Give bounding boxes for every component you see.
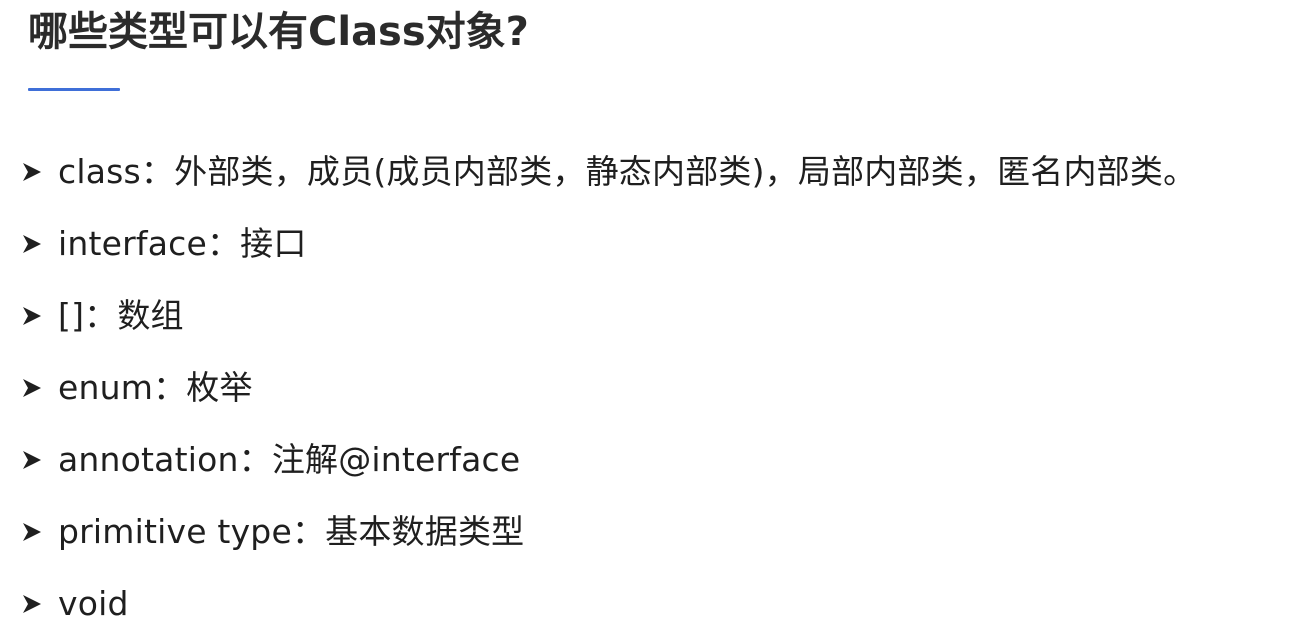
bullet-list: class：外部类，成员(成员内部类，静态内部类)，局部内部类，匿名内部类。 i…: [18, 136, 1196, 634]
arrowhead-bullet-icon: [18, 568, 58, 634]
arrowhead-bullet-icon: [18, 424, 58, 496]
list-item: class：外部类，成员(成员内部类，静态内部类)，局部内部类，匿名内部类。: [18, 136, 1196, 208]
slide-title: 哪些类型可以有Class对象?: [28, 9, 529, 55]
bullet-text: annotation：注解@interface: [58, 440, 521, 479]
bullet-text: class：外部类，成员(成员内部类，静态内部类)，局部内部类，匿名内部类。: [58, 152, 1197, 191]
bullet-text: enum：枚举: [58, 368, 253, 407]
list-item: enum：枚举: [18, 352, 1196, 424]
arrowhead-bullet-icon: [18, 208, 58, 280]
arrowhead-bullet-icon: [18, 280, 58, 352]
bullet-text: interface：接口: [58, 224, 307, 263]
list-item: []：数组: [18, 280, 1196, 352]
bullet-text: void: [58, 584, 129, 623]
arrowhead-bullet-icon: [18, 496, 58, 568]
list-item: primitive type：基本数据类型: [18, 496, 1196, 568]
arrowhead-bullet-icon: [18, 352, 58, 424]
list-item: void: [18, 568, 1196, 634]
list-item: annotation：注解@interface: [18, 424, 1196, 496]
title-underline: [28, 88, 120, 91]
arrowhead-bullet-icon: [18, 136, 58, 208]
bullet-text: []：数组: [58, 296, 184, 335]
list-item: interface：接口: [18, 208, 1196, 280]
bullet-text: primitive type：基本数据类型: [58, 512, 525, 551]
